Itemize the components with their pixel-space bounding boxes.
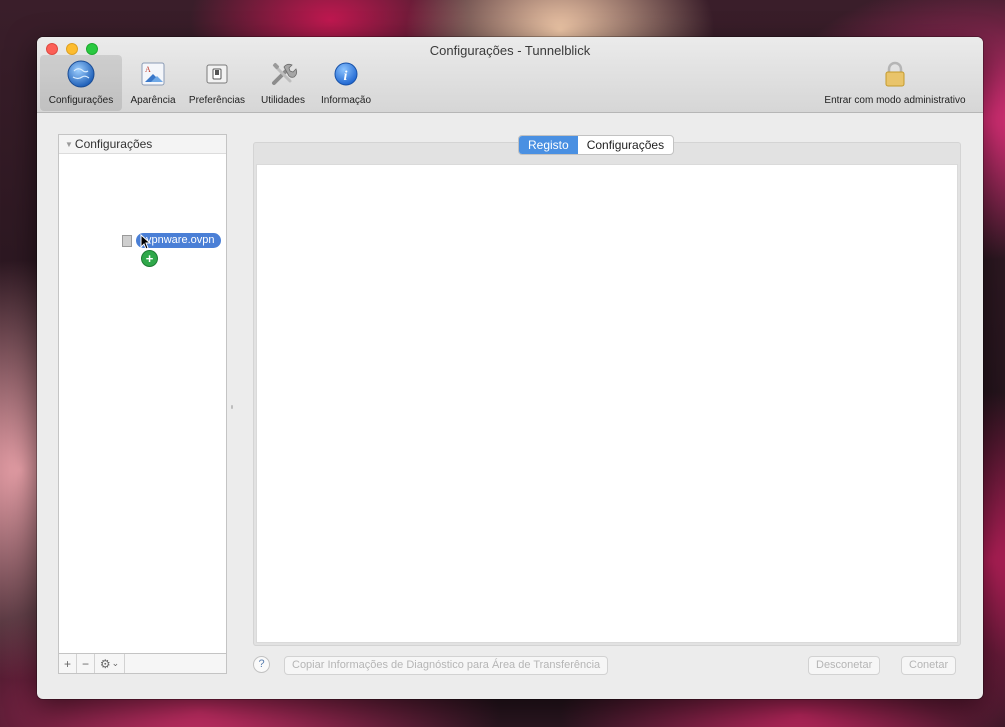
toolbar-item-preferencias[interactable]: Preferências [184,57,250,106]
tools-icon [266,57,300,91]
lock-icon [878,57,912,91]
toolbar-label-informacao: Informação [320,95,372,106]
toolbar-label-aparencia: Aparência [130,95,176,106]
switch-icon [200,57,234,91]
toolbar-item-informacao[interactable]: i Informação [314,57,378,106]
connect-button[interactable]: Conetar [901,656,957,675]
admin-mode-label: Entrar com modo administrativo [824,95,966,106]
copy-plus-badge-icon: + [142,251,157,266]
appearance-icon: A [136,57,170,91]
toolbar-label-utilidades: Utilidades [261,95,305,106]
tunnelblick-window: Configurações - Tunnelblick Configuraçõe… [37,37,983,699]
sidebar-header-label: Configurações [74,137,153,151]
dragged-config-file[interactable]: vpnware.ovpn [122,233,221,248]
toolbar-label-preferencias: Preferências [188,95,246,106]
toolbar-item-aparencia[interactable]: A Aparência [123,57,183,106]
disconnect-button[interactable]: Desconetar [808,656,881,675]
splitter-handle[interactable] [231,405,233,409]
info-icon: i [329,57,363,91]
sidebar-header[interactable]: ▼ Configurações [59,135,226,154]
tab-control: Registo Configurações [518,135,675,155]
help-button[interactable]: ? [253,656,270,673]
document-icon [122,234,132,247]
log-view[interactable] [256,164,958,643]
configurations-sidebar[interactable]: ▼ Configurações vpnware.ovpn + [58,134,227,674]
globe-icon [64,57,98,91]
svg-text:i: i [344,69,348,84]
bottom-bar: ? Copiar Informações de Diagnóstico para… [37,656,983,678]
tab-configuracoes[interactable]: Configurações [578,136,673,154]
content-panel [253,142,961,646]
toolbar-label-configuracoes: Configurações [48,95,114,106]
toolbar-item-admin[interactable]: Entrar com modo administrativo [809,57,981,106]
mouse-cursor-icon [140,234,152,250]
window-title: Configurações - Tunnelblick [429,43,591,58]
tab-registo[interactable]: Registo [519,136,578,154]
toolbar-item-utilidades[interactable]: Utilidades [253,57,313,106]
title-toolbar-bar: Configurações - Tunnelblick Configuraçõe… [37,37,983,113]
toolbar-item-configuracoes[interactable]: Configurações [40,55,122,111]
svg-text:A: A [145,65,151,74]
disclosure-triangle-icon: ▼ [65,140,73,149]
copy-diagnostics-button[interactable]: Copiar Informações de Diagnóstico para Á… [284,656,609,675]
